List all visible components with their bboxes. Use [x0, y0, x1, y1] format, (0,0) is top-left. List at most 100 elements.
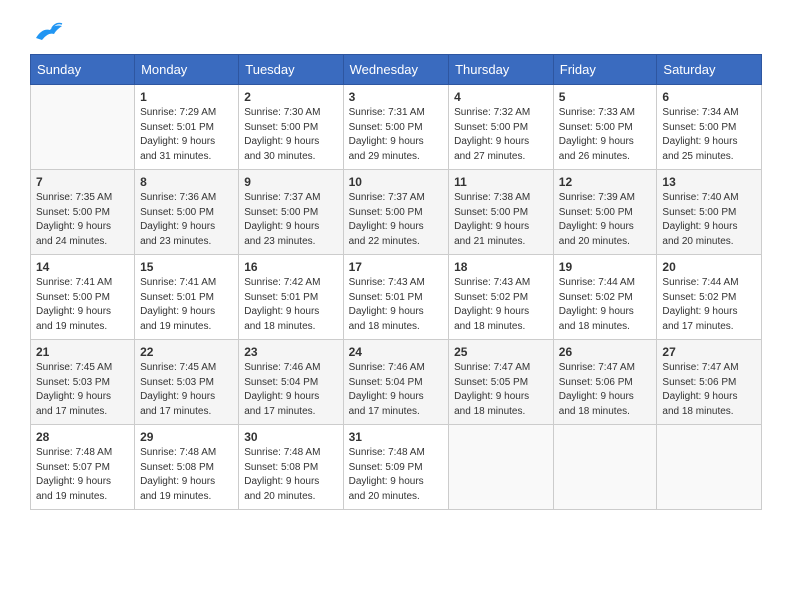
- sunset-label: Sunset: 5:01 PM: [140, 122, 214, 133]
- sunrise-label: Sunrise: 7:47 AM: [559, 362, 635, 373]
- week-row-5: 28Sunrise: 7:48 AMSunset: 5:07 PMDayligh…: [31, 425, 762, 510]
- calendar-cell: [31, 85, 135, 170]
- day-info: Sunrise: 7:41 AMSunset: 5:00 PMDaylight:…: [36, 276, 129, 334]
- day-number: 25: [454, 345, 548, 359]
- sunset-label: Sunset: 5:00 PM: [454, 122, 528, 133]
- calendar-cell: 19Sunrise: 7:44 AMSunset: 5:02 PMDayligh…: [553, 255, 657, 340]
- sunrise-label: Sunrise: 7:37 AM: [244, 192, 320, 203]
- logo-bird-icon: [34, 20, 64, 42]
- sunrise-label: Sunrise: 7:33 AM: [559, 107, 635, 118]
- sunset-label: Sunset: 5:00 PM: [244, 122, 318, 133]
- day-number: 8: [140, 175, 233, 189]
- day-number: 5: [559, 90, 652, 104]
- daylight-label: Daylight: 9 hours and 18 minutes.: [559, 391, 634, 417]
- sunrise-label: Sunrise: 7:47 AM: [662, 362, 738, 373]
- day-number: 27: [662, 345, 756, 359]
- daylight-label: Daylight: 9 hours and 18 minutes.: [559, 306, 634, 332]
- calendar-cell: 18 Sunrise: 7:43 AMSunset: 5:02 PMDayligh…: [449, 255, 554, 340]
- col-header-friday: Friday: [553, 55, 657, 85]
- day-number: 19: [559, 260, 652, 274]
- calendar-cell: 31Sunrise: 7:48 AMSunset: 5:09 PMDayligh…: [343, 425, 448, 510]
- sunrise-label: Sunrise: 7:38 AM: [454, 192, 530, 203]
- sunset-label: Sunset: 5:00 PM: [349, 207, 423, 218]
- day-number: 4: [454, 90, 548, 104]
- day-number: 23: [244, 345, 337, 359]
- day-number: 26: [559, 345, 652, 359]
- daylight-label: Daylight: 9 hours and 23 minutes.: [140, 221, 215, 247]
- daylight-label: Daylight: 9 hours and 26 minutes.: [559, 136, 634, 162]
- col-header-monday: Monday: [135, 55, 239, 85]
- day-number: 30: [244, 430, 337, 444]
- daylight-label: Daylight: 9 hours and 20 minutes.: [244, 476, 319, 502]
- week-row-1: 1Sunrise: 7:29 AMSunset: 5:01 PMDaylight…: [31, 85, 762, 170]
- day-number: 22: [140, 345, 233, 359]
- sunrise-label: Sunrise: 7:43 AM: [454, 277, 530, 288]
- sunrise-label: Sunrise: 7:43 AM: [349, 277, 425, 288]
- daylight-label: Daylight: 9 hours and 27 minutes.: [454, 136, 529, 162]
- day-number: 6: [662, 90, 756, 104]
- sunrise-label: Sunrise: 7:42 AM: [244, 277, 320, 288]
- daylight-label: Daylight: 9 hours and 18 minutes.: [662, 391, 737, 417]
- daylight-label: Daylight: 9 hours and 24 minutes.: [36, 221, 111, 247]
- calendar-cell: 16Sunrise: 7:42 AMSunset: 5:01 PMDayligh…: [239, 255, 343, 340]
- daylight-label: Daylight: 9 hours and 25 minutes.: [662, 136, 737, 162]
- sunrise-label: Sunrise: 7:48 AM: [140, 447, 216, 458]
- calendar-cell: 14 Sunrise: 7:41 AMSunset: 5:00 PMDayligh…: [31, 255, 135, 340]
- calendar-cell: 8 Sunrise: 7:36 AMSunset: 5:00 PMDaylight…: [135, 170, 239, 255]
- day-info: Sunrise: 7:48 AMSunset: 5:08 PMDaylight:…: [140, 446, 233, 504]
- calendar-cell: 12Sunrise: 7:39 AMSunset: 5:00 PMDayligh…: [553, 170, 657, 255]
- day-number: 16: [244, 260, 337, 274]
- sunrise-label: Sunrise: 7:36 AM: [140, 192, 216, 203]
- sunrise-label: Sunrise: 7:47 AM: [454, 362, 530, 373]
- calendar-cell: 10Sunrise: 7:37 AMSunset: 5:00 PMDayligh…: [343, 170, 448, 255]
- day-info: Sunrise: 7:47 AMSunset: 5:06 PMDaylight:…: [662, 361, 756, 419]
- sunset-label: Sunset: 5:02 PM: [662, 292, 736, 303]
- col-header-saturday: Saturday: [657, 55, 762, 85]
- day-info: Sunrise: 7:36 AMSunset: 5:00 PMDaylight:…: [140, 191, 233, 249]
- sunset-label: Sunset: 5:06 PM: [559, 377, 633, 388]
- sunrise-label: Sunrise: 7:44 AM: [559, 277, 635, 288]
- sunset-label: Sunset: 5:03 PM: [36, 377, 110, 388]
- daylight-label: Daylight: 9 hours and 23 minutes.: [244, 221, 319, 247]
- calendar-table: SundayMondayTuesdayWednesdayThursdayFrid…: [30, 54, 762, 510]
- day-info: Sunrise: 7:43 AMSunset: 5:02 PMDaylight:…: [454, 276, 548, 334]
- calendar-cell: [657, 425, 762, 510]
- day-number: 13: [662, 175, 756, 189]
- day-info: Sunrise: 7:31 AMSunset: 5:00 PMDaylight:…: [349, 106, 443, 164]
- calendar-cell: 22Sunrise: 7:45 AMSunset: 5:03 PMDayligh…: [135, 340, 239, 425]
- sunset-label: Sunset: 5:08 PM: [244, 462, 318, 473]
- calendar-cell: 2Sunrise: 7:30 AMSunset: 5:00 PMDaylight…: [239, 85, 343, 170]
- sunset-label: Sunset: 5:04 PM: [244, 377, 318, 388]
- day-info: Sunrise: 7:35 AMSunset: 5:00 PMDaylight:…: [36, 191, 129, 249]
- daylight-label: Daylight: 9 hours and 18 minutes.: [454, 306, 529, 332]
- daylight-label: Daylight: 9 hours and 29 minutes.: [349, 136, 424, 162]
- day-number: 14: [36, 260, 129, 274]
- sunrise-label: Sunrise: 7:45 AM: [36, 362, 112, 373]
- sunrise-label: Sunrise: 7:35 AM: [36, 192, 112, 203]
- calendar-cell: 21Sunrise: 7:45 AMSunset: 5:03 PMDayligh…: [31, 340, 135, 425]
- day-info: Sunrise: 7:47 AMSunset: 5:05 PMDaylight:…: [454, 361, 548, 419]
- day-number: 21: [36, 345, 129, 359]
- day-info: Sunrise: 7:37 AMSunset: 5:00 PMDaylight:…: [349, 191, 443, 249]
- sunset-label: Sunset: 5:00 PM: [662, 207, 736, 218]
- day-info: Sunrise: 7:43 AMSunset: 5:01 PMDaylight:…: [349, 276, 443, 334]
- sunset-label: Sunset: 5:00 PM: [662, 122, 736, 133]
- page-header: [30, 20, 762, 38]
- daylight-label: Daylight: 9 hours and 20 minutes.: [349, 476, 424, 502]
- sunrise-label: Sunrise: 7:40 AM: [662, 192, 738, 203]
- daylight-label: Daylight: 9 hours and 17 minutes.: [662, 306, 737, 332]
- daylight-label: Daylight: 9 hours and 17 minutes.: [244, 391, 319, 417]
- calendar-cell: 9Sunrise: 7:37 AMSunset: 5:00 PMDaylight…: [239, 170, 343, 255]
- day-number: 15: [140, 260, 233, 274]
- day-info: Sunrise: 7:32 AMSunset: 5:00 PMDaylight:…: [454, 106, 548, 164]
- day-info: Sunrise: 7:30 AMSunset: 5:00 PMDaylight:…: [244, 106, 337, 164]
- sunrise-label: Sunrise: 7:48 AM: [36, 447, 112, 458]
- sunrise-label: Sunrise: 7:45 AM: [140, 362, 216, 373]
- logo: [30, 20, 64, 38]
- daylight-label: Daylight: 9 hours and 30 minutes.: [244, 136, 319, 162]
- calendar-cell: 3Sunrise: 7:31 AMSunset: 5:00 PMDaylight…: [343, 85, 448, 170]
- day-number: 29: [140, 430, 233, 444]
- day-number: 18: [454, 260, 548, 274]
- day-info: Sunrise: 7:48 AMSunset: 5:08 PMDaylight:…: [244, 446, 337, 504]
- day-info: Sunrise: 7:44 AMSunset: 5:02 PMDaylight:…: [662, 276, 756, 334]
